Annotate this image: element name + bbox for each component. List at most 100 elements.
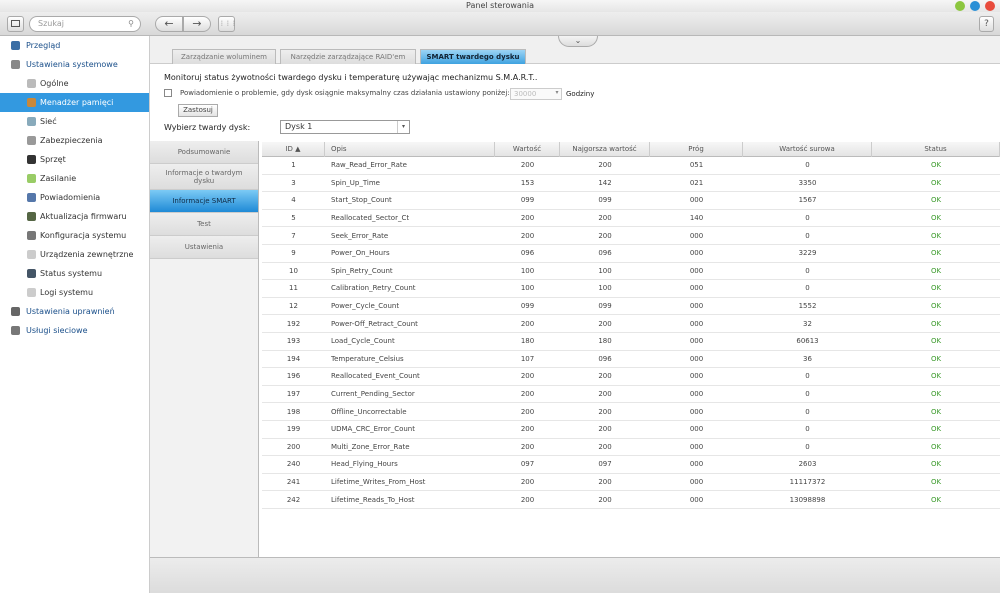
table-cell: 200 <box>520 425 535 434</box>
table-cell: 0 <box>805 161 810 170</box>
table-row[interactable]: 197 Current_Pending_Sector 200 200 000 0 OK <box>262 386 1000 404</box>
table-row[interactable]: 242 Lifetime_Reads_To_Host 200 200 000 130988… <box>262 491 1000 509</box>
table-cell: 097 <box>520 460 535 469</box>
column-header[interactable]: Najgorsza wartość <box>560 141 650 157</box>
tab-smart[interactable]: SMART twardego dysku <box>420 49 526 64</box>
disk-label: Wybierz twardy dysk: <box>164 123 251 132</box>
sidebar-item-menadżer-pamięci[interactable]: Menadżer pamięci <box>0 93 149 112</box>
table-row[interactable]: 3 Spin_Up_Time 153 142 021 3350 OK <box>262 175 1000 193</box>
column-header[interactable]: Próg <box>650 141 743 157</box>
table-cell: Power_On_Hours <box>331 249 390 258</box>
sidebar-item-label: Ogólne <box>40 79 69 88</box>
table-cell: 7 <box>291 231 296 240</box>
sidebar-item-sieć[interactable]: Sieć <box>0 112 149 131</box>
sidebar-item-urządzenia-zewnętrzne[interactable]: Urządzenia zewnętrzne <box>0 245 149 264</box>
table-row[interactable]: 198 Offline_Uncorrectable 200 200 000 0 OK <box>262 403 1000 421</box>
sidebar-item-aktualizacja-firmwaru[interactable]: Aktualizacja firmwaru <box>0 207 149 226</box>
sidebar-item-ustawienia-uprawnień[interactable]: Ustawienia uprawnień <box>0 302 149 321</box>
table-cell: 099 <box>520 302 535 311</box>
help-button[interactable]: ? <box>979 16 994 32</box>
table-cell: 021 <box>689 178 704 187</box>
table-row[interactable]: 196 Reallocated_Event_Count 200 200 000 0 OK <box>262 368 1000 386</box>
notify-label: Powiadomienie o problemie, gdy dysk osią… <box>180 89 510 97</box>
table-row[interactable]: 241 Lifetime_Writes_From_Host 200 200 000 111… <box>262 474 1000 492</box>
sidebar-item-label: Usługi sieciowe <box>26 326 88 335</box>
table-row[interactable]: 12 Power_Cycle_Count 099 099 000 1552 OK <box>262 298 1000 316</box>
maximize-button[interactable] <box>970 1 980 11</box>
disk-select[interactable]: Dysk 1 ▾ <box>280 120 410 134</box>
table-cell: 096 <box>598 249 612 258</box>
table-cell: 0 <box>805 407 810 416</box>
sidebar-item-ustawienia-systemowe[interactable]: Ustawienia systemowe <box>0 55 149 74</box>
panel-icon <box>11 20 20 27</box>
search-input[interactable]: Szukaj ⚲ <box>29 16 141 32</box>
table-cell: OK <box>930 425 942 434</box>
hours-dropdown-icon[interactable]: ▾ <box>552 88 562 100</box>
column-header[interactable]: Opis <box>325 141 495 157</box>
tab-raid-tool[interactable]: Narzędzie zarządzające RAID'em <box>280 49 416 64</box>
table-row[interactable]: 194 Temperature_Celsius 107 096 000 36 OK <box>262 351 1000 369</box>
sidebar-item-icon <box>27 231 36 240</box>
column-header[interactable]: Wartość surowa <box>743 141 872 157</box>
subnav-item[interactable]: Informacje o twardym dysku <box>150 164 258 190</box>
sidebar-item-przegląd[interactable]: Przegląd <box>0 36 149 55</box>
table-row[interactable]: 5 Reallocated_Sector_Ct 200 200 140 0 OK <box>262 210 1000 228</box>
apps-button[interactable]: ⋮⋮⋮ <box>218 16 237 32</box>
subnav-label: Informacje o twardym dysku <box>165 168 243 185</box>
apply-button[interactable]: Zastosuj <box>178 104 218 117</box>
table-row[interactable]: 10 Spin_Retry_Count 100 100 000 0 OK <box>262 263 1000 281</box>
table-cell: Power-Off_Retract_Count <box>331 319 418 328</box>
table-row[interactable]: 240 Head_Flying_Hours 097 097 000 2603 OK <box>262 456 1000 474</box>
sidebar-item-label: Urządzenia zewnętrzne <box>40 250 134 259</box>
column-header[interactable]: Status <box>872 141 1000 157</box>
table-row[interactable]: 200 Multi_Zone_Error_Rate 200 200 000 0 OK <box>262 439 1000 457</box>
table-row[interactable]: 199 UDMA_CRC_Error_Count 200 200 000 0 OK <box>262 421 1000 439</box>
table-cell: 241 <box>286 477 301 486</box>
sidebar-toggle-button[interactable] <box>7 16 24 32</box>
table-cell: Raw_Read_Error_Rate <box>331 161 407 170</box>
subnav-item[interactable]: Podsumowanie <box>150 141 258 164</box>
subnav-item[interactable]: Informacje SMART <box>150 190 258 213</box>
sidebar-item-sprzęt[interactable]: Sprzęt <box>0 150 149 169</box>
back-arrow-icon: ← <box>164 17 174 30</box>
subnav-item[interactable]: Ustawienia <box>150 236 258 259</box>
table-row[interactable]: 193 Load_Cycle_Count 180 180 000 60613 OK <box>262 333 1000 351</box>
sidebar-item-usługi-sieciowe[interactable]: Usługi sieciowe <box>0 321 149 340</box>
table-row[interactable]: 1 Raw_Read_Error_Rate 200 200 051 0 OK <box>262 157 1000 175</box>
sidebar-item-label: Status systemu <box>40 269 103 278</box>
forward-button[interactable]: → <box>183 16 211 32</box>
sidebar-item-status-systemu[interactable]: Status systemu <box>0 264 149 283</box>
table-cell: 180 <box>598 337 612 346</box>
table-cell: Multi_Zone_Error_Rate <box>331 442 410 451</box>
table-cell: 000 <box>689 495 704 504</box>
table-row[interactable]: 7 Seek_Error_Rate 200 200 000 0 OK <box>262 227 1000 245</box>
sidebar-item-konfiguracja-systemu[interactable]: Konfiguracja systemu <box>0 226 149 245</box>
column-header[interactable]: ID ▲ <box>262 141 325 157</box>
sidebar-item-powiadomienia[interactable]: Powiadomienia <box>0 188 149 207</box>
table-cell: 107 <box>520 354 535 363</box>
table-row[interactable]: 192 Power-Off_Retract_Count 200 200 000 32 OK <box>262 315 1000 333</box>
table-cell: 000 <box>689 477 704 486</box>
sidebar-item-zasilanie[interactable]: Zasilanie <box>0 169 149 188</box>
table-row[interactable]: 4 Start_Stop_Count 099 099 000 1567 OK <box>262 192 1000 210</box>
tab-volume-management[interactable]: Zarządzanie woluminem <box>172 49 276 64</box>
table-row[interactable]: 9 Power_On_Hours 096 096 000 3229 OK <box>262 245 1000 263</box>
column-header[interactable]: Wartość <box>495 141 560 157</box>
collapse-button[interactable]: ⌄ <box>558 36 598 47</box>
table-cell: 0 <box>805 442 810 451</box>
sidebar-item-ogólne[interactable]: Ogólne <box>0 74 149 93</box>
chevron-down-icon: ▾ <box>397 121 409 133</box>
footer-bar <box>150 557 1000 593</box>
sidebar-item-label: Powiadomienia <box>40 193 101 202</box>
table-cell: Seek_Error_Rate <box>331 231 389 240</box>
minimize-button[interactable] <box>955 1 965 11</box>
notify-checkbox[interactable] <box>164 89 172 97</box>
sidebar-item-zabezpieczenia[interactable]: Zabezpieczenia <box>0 131 149 150</box>
table-row[interactable]: 11 Calibration_Retry_Count 100 100 000 0 OK <box>262 280 1000 298</box>
subnav-item[interactable]: Test <box>150 213 258 236</box>
sidebar-item-logi-systemu[interactable]: Logi systemu <box>0 283 149 302</box>
back-button[interactable]: ← <box>155 16 183 32</box>
close-button[interactable] <box>985 1 995 11</box>
apply-label: Zastosuj <box>183 106 213 114</box>
table-cell: 194 <box>286 354 301 363</box>
